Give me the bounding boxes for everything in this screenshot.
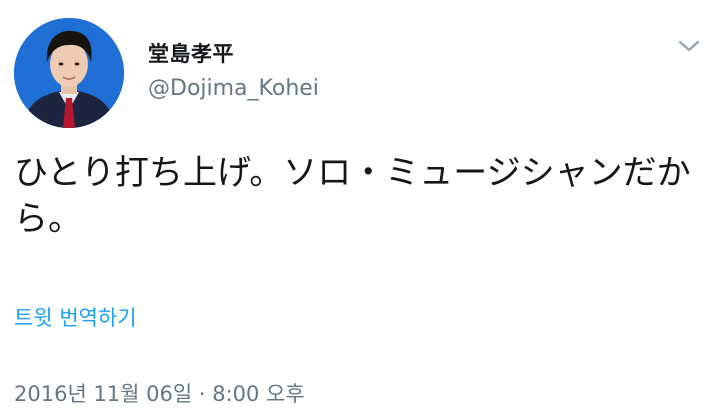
display-name[interactable]: 堂島孝平: [148, 38, 234, 68]
tweet-card: 堂島孝平 @Dojima_Kohei ひとり打ち上げ。ソロ・ミュージシャンだから…: [0, 0, 720, 419]
tweet-text: ひとり打ち上げ。ソロ・ミュージシャンだから。: [14, 153, 691, 239]
tweet-timestamp: 2016년 11월 06일 · 8:00 오후: [14, 382, 305, 406]
translate-tweet-link[interactable]: 트윗 번역하기: [14, 302, 137, 332]
avatar[interactable]: [14, 18, 124, 128]
user-handle[interactable]: @Dojima_Kohei: [148, 76, 319, 101]
profile-photo-icon: [14, 18, 124, 128]
chevron-down-icon[interactable]: [676, 36, 702, 56]
